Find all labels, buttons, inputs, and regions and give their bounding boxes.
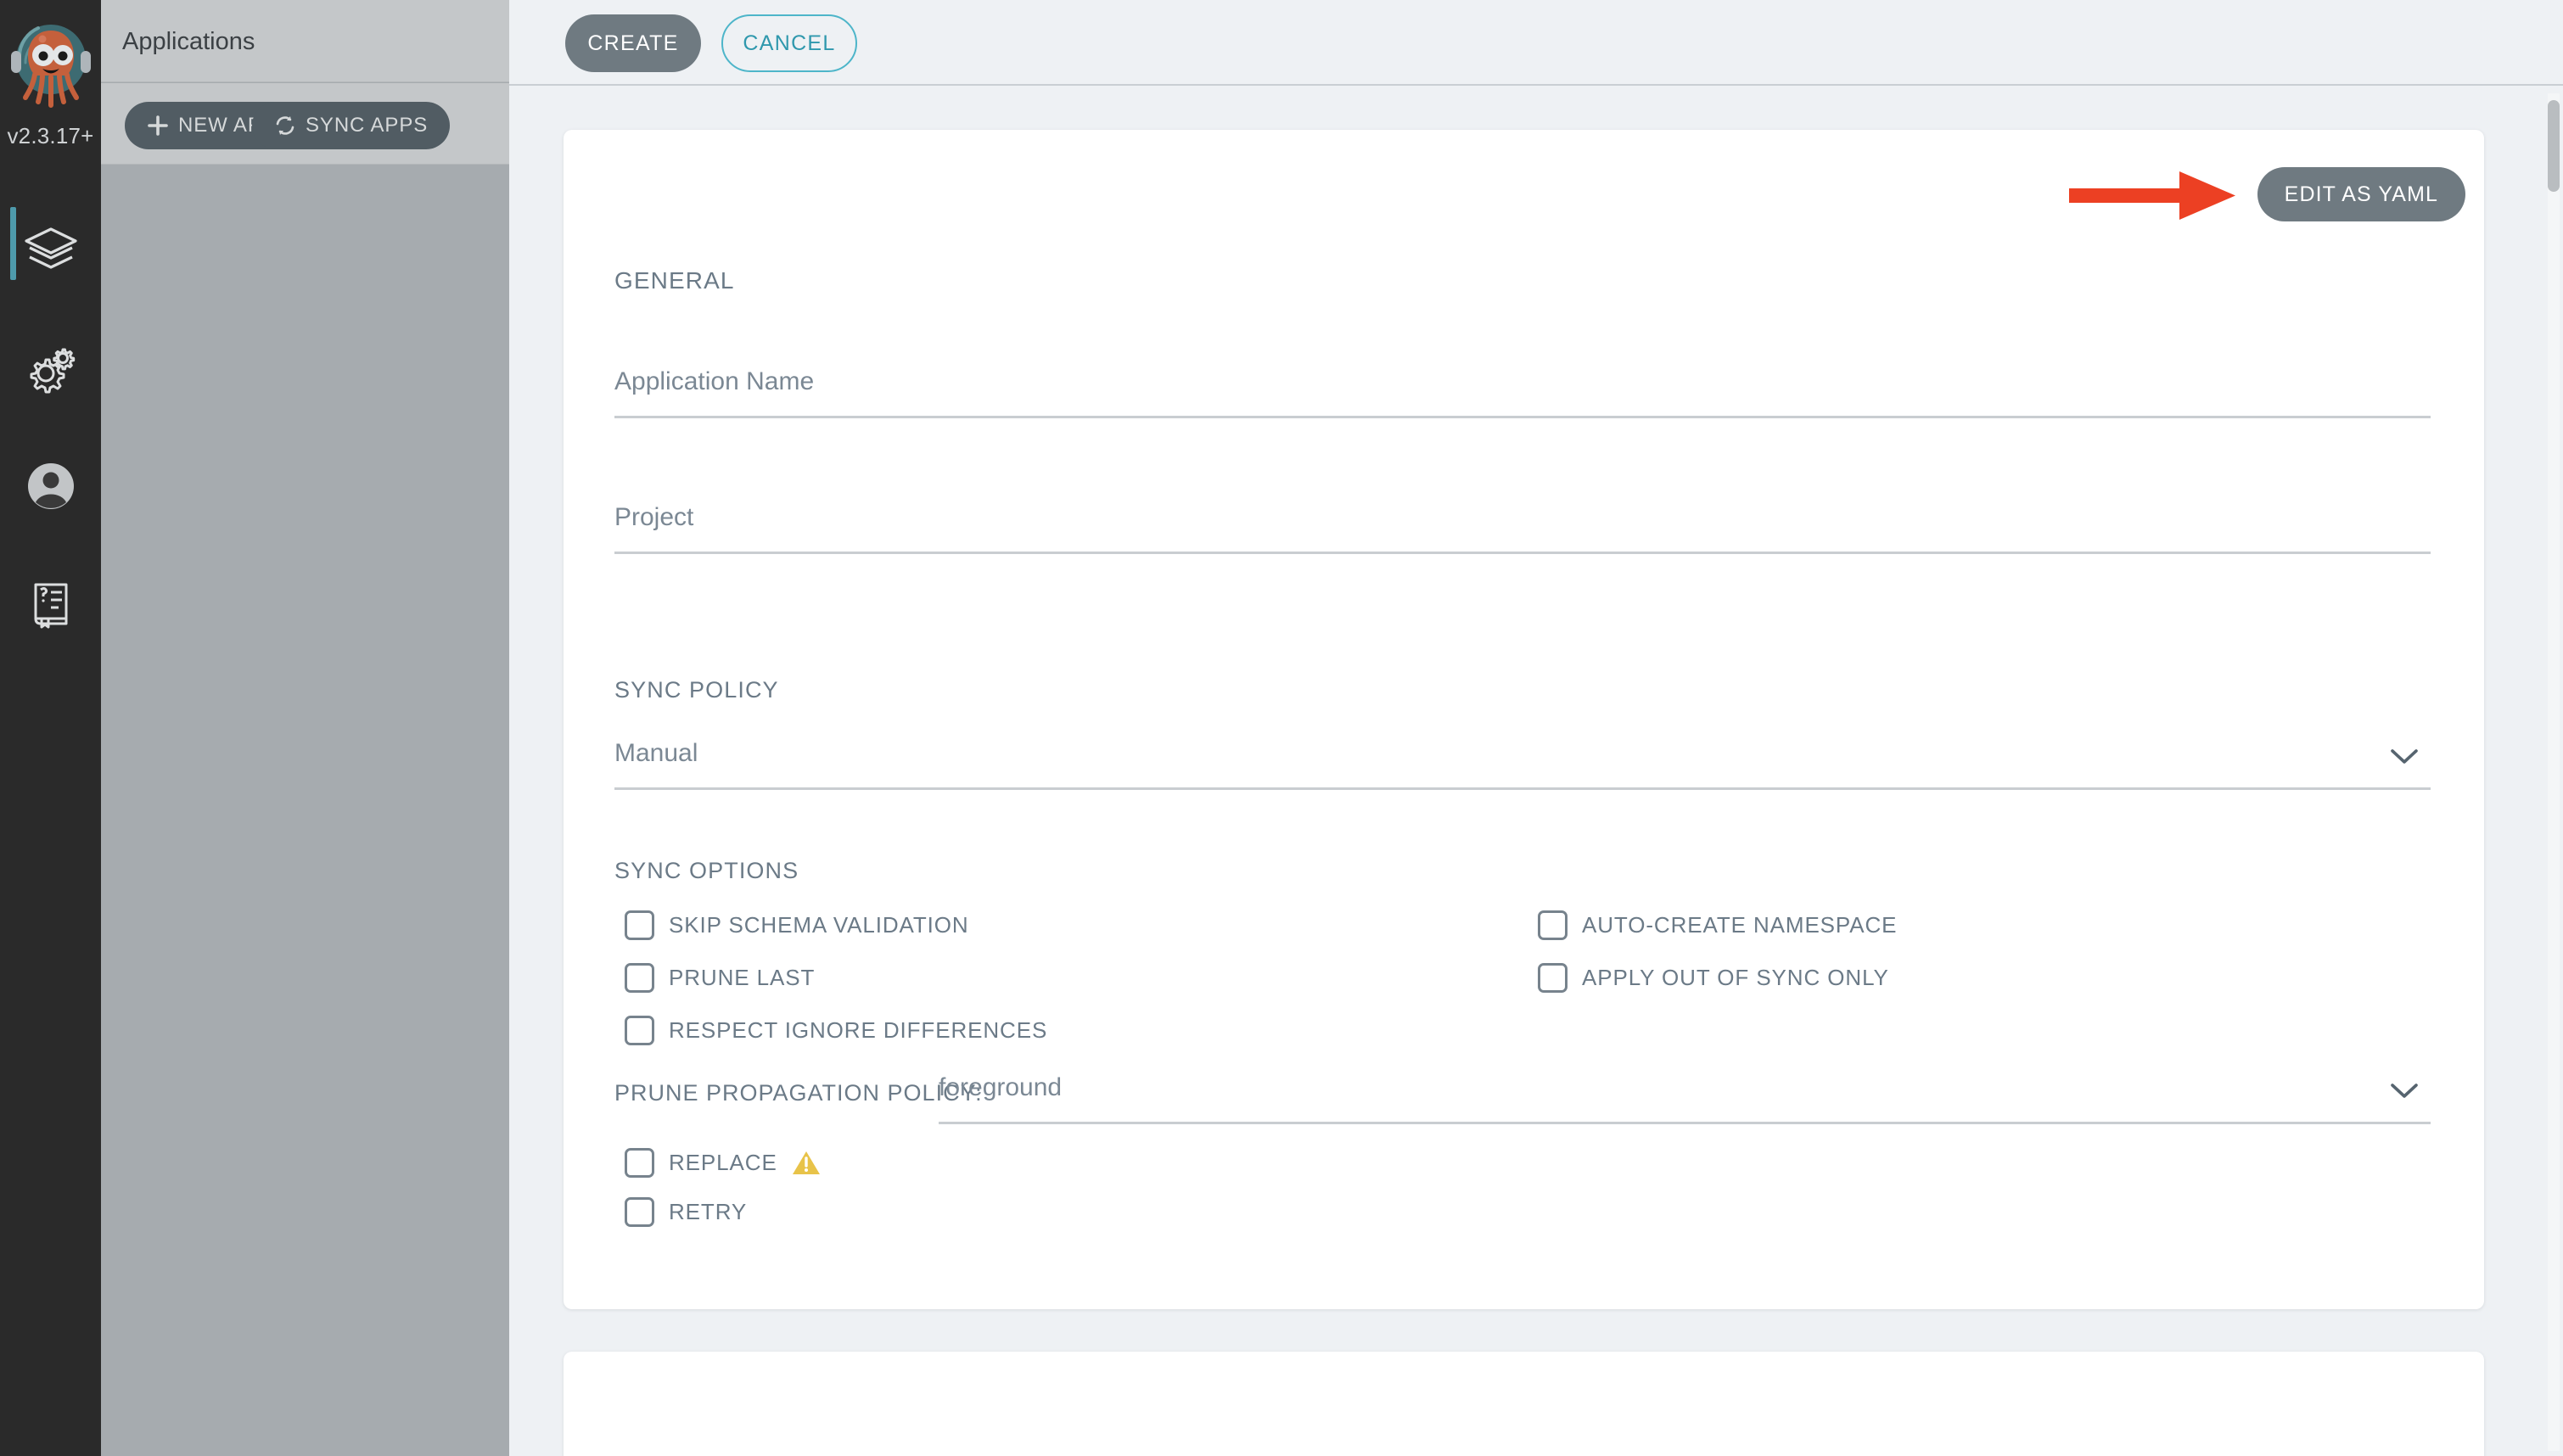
checkbox-label: PRUNE LAST bbox=[669, 965, 816, 990]
sync-policy-title: SYNC POLICY bbox=[614, 677, 779, 703]
checkbox-label: RETRY bbox=[669, 1199, 748, 1224]
sidebar-item-settings[interactable] bbox=[0, 311, 101, 428]
sync-apps-label: SYNC APPS bbox=[306, 114, 429, 137]
checkbox-prune-last[interactable]: PRUNE LAST bbox=[625, 963, 815, 993]
sidebar-item-documentation[interactable] bbox=[0, 545, 101, 662]
checkbox-box[interactable] bbox=[625, 1197, 654, 1227]
checkbox-apply-out-of-sync-only[interactable]: APPLY OUT OF SYNC ONLY bbox=[1538, 963, 1889, 993]
checkbox-retry[interactable]: RETRY bbox=[625, 1197, 747, 1227]
sidebar-item-user[interactable] bbox=[0, 428, 101, 545]
nav-items bbox=[0, 193, 101, 662]
chevron-down-icon[interactable] bbox=[2390, 748, 2419, 770]
argo-cd-octopus-logo[interactable] bbox=[0, 7, 101, 126]
sync-policy-select[interactable]: Manual bbox=[614, 739, 2431, 790]
checkbox-label: SKIP SCHEMA VALIDATION bbox=[669, 912, 969, 938]
plus-icon bbox=[147, 115, 169, 137]
project-input[interactable]: Project bbox=[614, 503, 693, 532]
applications-toolbar: NEW APP SYNC APPS bbox=[101, 83, 509, 165]
application-name-field[interactable]: Application Name bbox=[614, 367, 2431, 418]
checkbox-label: RESPECT IGNORE DIFFERENCES bbox=[669, 1017, 1048, 1043]
new-application-modal: CREATE CANCEL GENERAL EDIT AS YAML Appli… bbox=[509, 0, 2563, 1456]
sidebar-item-applications[interactable] bbox=[0, 193, 101, 311]
checkbox-respect-ignore-differences[interactable]: RESPECT IGNORE DIFFERENCES bbox=[625, 1016, 1047, 1045]
applications-list-panel-dimmed: Applications NEW APP SYNC APPS bbox=[101, 0, 509, 1456]
sync-policy-value: Manual bbox=[614, 739, 698, 767]
book-help-icon bbox=[25, 577, 77, 630]
checkbox-box[interactable] bbox=[625, 1016, 654, 1045]
prune-propagation-policy-select[interactable]: foreground bbox=[939, 1073, 2431, 1124]
user-avatar-icon bbox=[25, 460, 77, 512]
checkbox-auto-create-namespace[interactable]: AUTO-CREATE NAMESPACE bbox=[1538, 910, 1897, 940]
scrollbar-thumb[interactable] bbox=[2548, 100, 2560, 192]
prune-propagation-policy-value: foreground bbox=[939, 1073, 1063, 1101]
checkbox-box[interactable] bbox=[1538, 910, 1568, 940]
checkbox-box[interactable] bbox=[625, 910, 654, 940]
checkbox-replace[interactable]: REPLACE bbox=[625, 1148, 821, 1178]
checkbox-label: AUTO-CREATE NAMESPACE bbox=[1582, 912, 1898, 938]
cancel-button[interactable]: CANCEL bbox=[721, 14, 857, 72]
checkbox-box[interactable] bbox=[625, 963, 654, 993]
sync-apps-button[interactable]: SYNC APPS bbox=[252, 102, 451, 149]
scrollbar-track[interactable] bbox=[2548, 93, 2560, 1451]
field-underline bbox=[614, 787, 2431, 790]
red-arrow-annotation bbox=[2069, 165, 2247, 229]
checkbox-box[interactable] bbox=[1538, 963, 1568, 993]
field-underline bbox=[614, 416, 2431, 418]
modal-toolbar: CREATE CANCEL bbox=[509, 0, 2563, 86]
warning-triangle-icon bbox=[792, 1150, 821, 1176]
gears-icon bbox=[23, 343, 79, 395]
prune-propagation-policy-label: PRUNE PROPAGATION POLICY: bbox=[614, 1080, 983, 1106]
app-root: v2.3.17+ Applications NEW APP SYNC APPS … bbox=[0, 0, 2563, 1456]
checkbox-skip-schema-validation[interactable]: SKIP SCHEMA VALIDATION bbox=[625, 910, 969, 940]
edit-as-yaml-button[interactable]: EDIT AS YAML bbox=[2257, 167, 2465, 221]
version-label: v2.3.17+ bbox=[7, 123, 94, 148]
general-card: GENERAL EDIT AS YAML Application Name Pr… bbox=[564, 130, 2484, 1309]
applications-header: Applications bbox=[101, 0, 509, 82]
source-card: SOURCE bbox=[564, 1352, 2484, 1456]
general-section-title: GENERAL bbox=[614, 267, 735, 294]
layers-icon bbox=[23, 226, 79, 278]
checkbox-box[interactable] bbox=[625, 1148, 654, 1178]
sync-options-title: SYNC OPTIONS bbox=[614, 858, 799, 883]
sync-refresh-icon bbox=[274, 115, 296, 137]
modal-scroll-body: GENERAL EDIT AS YAML Application Name Pr… bbox=[509, 87, 2563, 1456]
project-field[interactable]: Project bbox=[614, 503, 2431, 554]
application-name-input[interactable]: Application Name bbox=[614, 367, 814, 396]
left-icon-nav: v2.3.17+ bbox=[0, 0, 101, 1456]
checkbox-label: APPLY OUT OF SYNC ONLY bbox=[1582, 965, 1889, 990]
checkbox-label: REPLACE bbox=[669, 1150, 777, 1175]
create-button[interactable]: CREATE bbox=[565, 14, 701, 72]
chevron-down-icon[interactable] bbox=[2390, 1082, 2419, 1105]
field-underline bbox=[939, 1122, 2431, 1124]
page-title: Applications bbox=[122, 28, 255, 55]
field-underline bbox=[614, 552, 2431, 554]
